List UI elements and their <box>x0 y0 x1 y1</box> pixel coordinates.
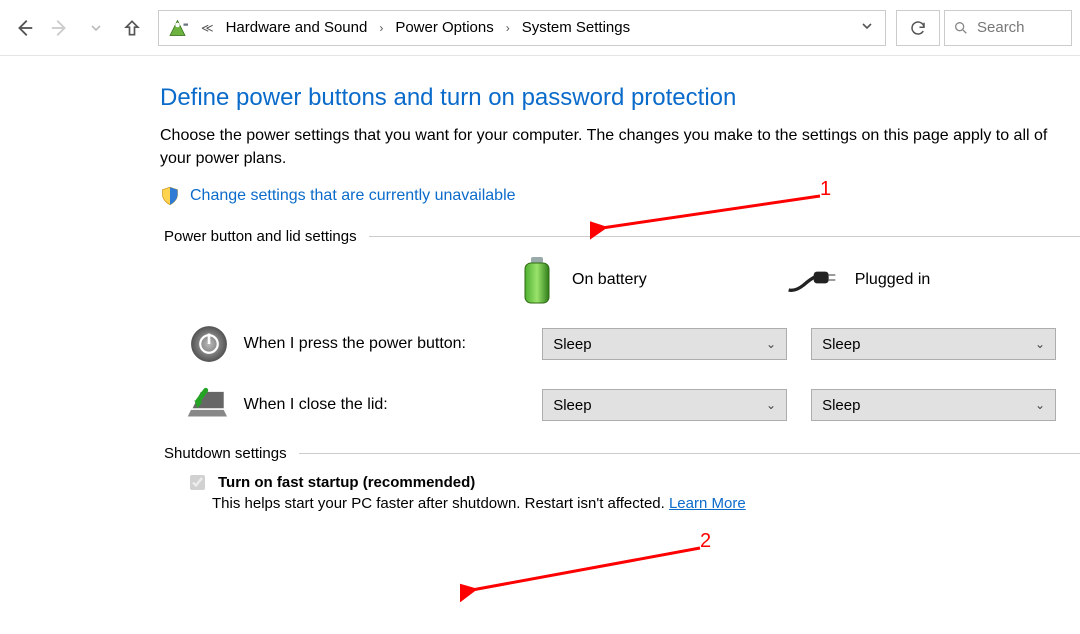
control-panel-icon <box>165 14 193 42</box>
forward-button[interactable] <box>44 12 76 44</box>
chevron-right-icon: › <box>377 21 385 35</box>
shield-icon <box>160 186 180 206</box>
change-settings-link[interactable]: Change settings that are currently unava… <box>190 187 516 205</box>
fast-startup-label: Turn on fast startup (recommended) <box>218 474 475 491</box>
recent-dropdown[interactable] <box>80 12 112 44</box>
learn-more-link[interactable]: Learn More <box>669 495 746 512</box>
plug-icon <box>787 265 837 295</box>
fast-startup-setting: Turn on fast startup (recommended) This … <box>186 472 1080 512</box>
fast-startup-checkbox[interactable] <box>190 475 205 490</box>
power-button-plugged-select[interactable]: Sleep ⌄ <box>811 328 1056 360</box>
column-plugged-in: Plugged in <box>787 265 931 295</box>
search-icon <box>953 20 969 36</box>
row-close-lid: When I close the lid: Sleep ⌄ Sleep ⌄ <box>160 387 1080 423</box>
group-header-shutdown: Shutdown settings <box>164 445 1080 462</box>
group-header-label: Power button and lid settings <box>164 228 357 245</box>
toolbar: ≪ Hardware and Sound › Power Options › S… <box>0 0 1080 56</box>
close-lid-plugged-select[interactable]: Sleep ⌄ <box>811 389 1056 421</box>
chevron-down-icon: ⌄ <box>1035 398 1045 412</box>
page-description: Choose the power settings that you want … <box>160 124 1080 170</box>
chevron-down-icon: ⌄ <box>1035 337 1045 351</box>
up-button[interactable] <box>116 12 148 44</box>
back-button[interactable] <box>8 12 40 44</box>
annotation-number-2: 2 <box>700 530 711 553</box>
breadcrumb-item-system[interactable]: System Settings <box>518 17 634 38</box>
fast-startup-description: This helps start your PC faster after sh… <box>212 495 669 512</box>
breadcrumb[interactable]: ≪ Hardware and Sound › Power Options › S… <box>158 10 886 46</box>
close-lid-icon <box>174 387 244 423</box>
chevron-right-icon: › <box>504 21 512 35</box>
chevron-left-icon[interactable]: ≪ <box>199 21 216 35</box>
refresh-button[interactable] <box>896 10 940 46</box>
power-button-icon <box>174 323 244 365</box>
close-lid-label: When I close the lid: <box>244 396 543 414</box>
column-plugged-label: Plugged in <box>855 271 931 289</box>
column-battery-label: On battery <box>572 271 647 289</box>
column-headers: On battery Plugged in <box>520 255 1080 305</box>
close-lid-battery-select[interactable]: Sleep ⌄ <box>542 389 787 421</box>
chevron-down-icon: ⌄ <box>766 337 776 351</box>
change-settings-row: Change settings that are currently unava… <box>160 186 1080 206</box>
breadcrumb-dropdown[interactable] <box>855 20 879 35</box>
annotation-number-1: 1 <box>820 178 831 201</box>
breadcrumb-item-power[interactable]: Power Options <box>391 17 497 38</box>
power-button-battery-select[interactable]: Sleep ⌄ <box>542 328 787 360</box>
search-placeholder: Search <box>977 19 1025 36</box>
page-title: Define power buttons and turn on passwor… <box>160 84 1080 112</box>
main-content: Define power buttons and turn on passwor… <box>0 56 1080 512</box>
annotation-arrow-2 <box>460 542 720 602</box>
group-header-label: Shutdown settings <box>164 445 287 462</box>
power-button-label: When I press the power button: <box>244 335 543 353</box>
chevron-down-icon: ⌄ <box>766 398 776 412</box>
battery-icon <box>520 255 554 305</box>
column-on-battery: On battery <box>520 255 647 305</box>
group-header-power-buttons: Power button and lid settings <box>164 228 1080 245</box>
breadcrumb-item-hardware[interactable]: Hardware and Sound <box>222 17 372 38</box>
search-box[interactable]: Search <box>944 10 1072 46</box>
row-power-button: When I press the power button: Sleep ⌄ S… <box>160 323 1080 365</box>
